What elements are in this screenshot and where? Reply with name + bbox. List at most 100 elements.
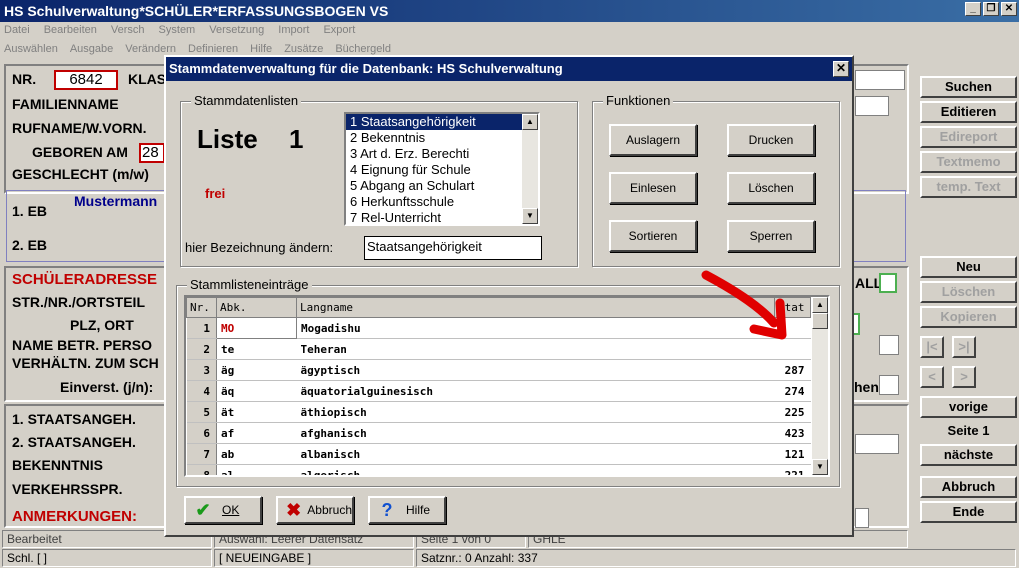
vorige-button[interactable]: vorige [920, 396, 1017, 418]
loeschen-record-button[interactable]: Löschen [920, 281, 1017, 303]
listbox-item[interactable]: 4 Eignung für Schule [346, 162, 538, 178]
loeschen-button[interactable]: Löschen [727, 172, 815, 204]
table-row[interactable]: 3 äg ägyptisch 287 [186, 359, 811, 381]
last-record-button[interactable]: >| [952, 336, 976, 358]
dialog-title-bar: Stammdatenverwaltung für die Datenbank: … [166, 57, 852, 81]
anmerkungen-field-fragment[interactable] [855, 508, 869, 528]
field-fragment-a[interactable] [879, 335, 899, 355]
cell-nr: 8 [186, 464, 217, 475]
mustermann-label: Mustermann [74, 193, 158, 209]
kopieren-button[interactable]: Kopieren [920, 306, 1017, 328]
table-row[interactable]: 5 ät äthiopisch 225 [186, 401, 811, 423]
temp-text-button[interactable]: temp. Text [920, 176, 1017, 198]
cell-stat[interactable]: 287 [774, 359, 811, 381]
suchen-button[interactable]: Suchen [920, 76, 1017, 98]
table-row[interactable]: 4 äq äquatorialguinesisch 274 [186, 380, 811, 402]
cell-langname[interactable]: albanisch [296, 443, 775, 465]
ende-button[interactable]: Ende [920, 501, 1017, 523]
table-scrollbar[interactable]: ▲ ▼ [812, 297, 828, 475]
cell-stat[interactable]: 274 [774, 380, 811, 402]
top-right-field-2[interactable] [855, 96, 889, 116]
edireport-button[interactable]: Edireport [920, 126, 1017, 148]
geboren-field[interactable]: 28 [139, 143, 165, 163]
close-icon[interactable]: ✕ [1001, 2, 1017, 16]
cell-stat[interactable]: 221 [774, 464, 811, 475]
menu-bearbeiten[interactable]: Bearbeiten [44, 24, 97, 42]
cell-abk[interactable]: MO [216, 317, 297, 339]
funktionen-label: Funktionen [603, 93, 674, 108]
cell-langname[interactable]: afghanisch [296, 422, 775, 444]
editieren-button[interactable]: Editieren [920, 101, 1017, 123]
scroll-up-icon[interactable]: ▲ [522, 114, 538, 130]
hilfe-button[interactable]: ? Hilfe [368, 496, 446, 524]
scroll-down-icon[interactable]: ▼ [522, 208, 538, 224]
cell-langname[interactable]: algerisch [296, 464, 775, 475]
table-row[interactable]: 8 al algerisch 221 [186, 464, 811, 475]
listbox-item[interactable]: 5 Abgang an Schulart [346, 178, 538, 194]
nr-field[interactable]: 6842 [54, 70, 118, 90]
funktionen-group: Funktionen Auslagern Drucken Einlesen Lö… [592, 93, 840, 267]
neu-button[interactable]: Neu [920, 256, 1017, 278]
menu-system[interactable]: System [159, 24, 196, 42]
cell-abk[interactable]: ab [216, 443, 297, 465]
cell-langname[interactable]: äquatorialguinesisch [296, 380, 775, 402]
listbox-item[interactable]: 6 Herkunftsschule [346, 194, 538, 210]
menu-ausgabe[interactable]: Ausgabe [70, 43, 113, 59]
checkmark-icon: ✔ [195, 500, 211, 520]
field-fragment-b[interactable] [879, 375, 899, 395]
cell-abk[interactable]: äq [216, 380, 297, 402]
cell-abk[interactable]: te [216, 338, 297, 360]
listbox-item[interactable]: 1 Staatsangehörigkeit [346, 114, 538, 130]
dialog-close-icon[interactable]: ✕ [833, 61, 849, 77]
drucken-button[interactable]: Drucken [727, 124, 815, 156]
table-row[interactable]: 7 ab albanisch 121 [186, 443, 811, 465]
restore-icon[interactable]: ❐ [983, 2, 999, 16]
stammdaten-dialog: Stammdatenverwaltung für die Datenbank: … [164, 55, 854, 537]
auslagern-button[interactable]: Auslagern [609, 124, 697, 156]
next-record-button[interactable]: > [952, 366, 976, 388]
first-record-button[interactable]: |< [920, 336, 944, 358]
col-abk[interactable]: Abk. [216, 297, 297, 318]
cell-stat[interactable]: 423 [774, 422, 811, 444]
listbox-item[interactable]: 7 Rel-Unterricht [346, 210, 538, 224]
nationality-right-field[interactable] [855, 434, 899, 454]
listbox-item[interactable]: 2 Bekenntnis [346, 130, 538, 146]
col-nr[interactable]: Nr. [186, 297, 217, 318]
table-row[interactable]: 6 af afghanisch 423 [186, 422, 811, 444]
name-betr-label: NAME BETR. PERSO [12, 337, 153, 353]
top-right-field-1[interactable] [855, 70, 905, 90]
prev-record-button[interactable]: < [920, 366, 944, 388]
abbruch-main-button[interactable]: Abbruch [920, 476, 1017, 498]
menu-datei[interactable]: Datei [4, 24, 30, 42]
ok-button[interactable]: ✔ OK [184, 496, 262, 524]
sortieren-button[interactable]: Sortieren [609, 220, 697, 252]
naechste-button[interactable]: nächste [920, 444, 1017, 466]
minimize-icon[interactable]: _ [965, 2, 981, 16]
textmemo-button[interactable]: Textmemo [920, 151, 1017, 173]
listbox-scrollbar[interactable]: ▲ ▼ [522, 114, 538, 224]
sperren-button[interactable]: Sperren [727, 220, 815, 252]
menu-auswaehlen[interactable]: Auswählen [4, 43, 58, 59]
cell-stat[interactable]: 121 [774, 443, 811, 465]
cell-abk[interactable]: ät [216, 401, 297, 423]
menu-import[interactable]: Import [278, 24, 309, 42]
einlesen-button[interactable]: Einlesen [609, 172, 697, 204]
bezeichnung-input[interactable]: Staatsangehörigkeit [364, 236, 542, 260]
cell-langname[interactable]: ägyptisch [296, 359, 775, 381]
menu-export[interactable]: Export [323, 24, 355, 42]
cell-abk[interactable]: af [216, 422, 297, 444]
all-checkbox[interactable] [879, 273, 897, 293]
scroll-down-icon[interactable]: ▼ [812, 459, 828, 475]
scroll-up-icon[interactable]: ▲ [812, 297, 828, 313]
listbox-item[interactable]: 3 Art d. Erz. Berechti [346, 146, 538, 162]
stammdatenlisten-listbox[interactable]: 1 Staatsangehörigkeit 2 Bekenntnis 3 Art… [344, 112, 540, 226]
cell-abk[interactable]: äg [216, 359, 297, 381]
cell-stat[interactable]: 225 [774, 401, 811, 423]
menu-versch[interactable]: Versch [111, 24, 145, 42]
scroll-thumb[interactable] [812, 313, 828, 329]
abbruch-button[interactable]: ✖ Abbruch [276, 496, 354, 524]
cell-nr: 1 [186, 317, 217, 339]
cell-langname[interactable]: äthiopisch [296, 401, 775, 423]
cell-abk[interactable]: al [216, 464, 297, 475]
menu-versetzung[interactable]: Versetzung [209, 24, 264, 42]
